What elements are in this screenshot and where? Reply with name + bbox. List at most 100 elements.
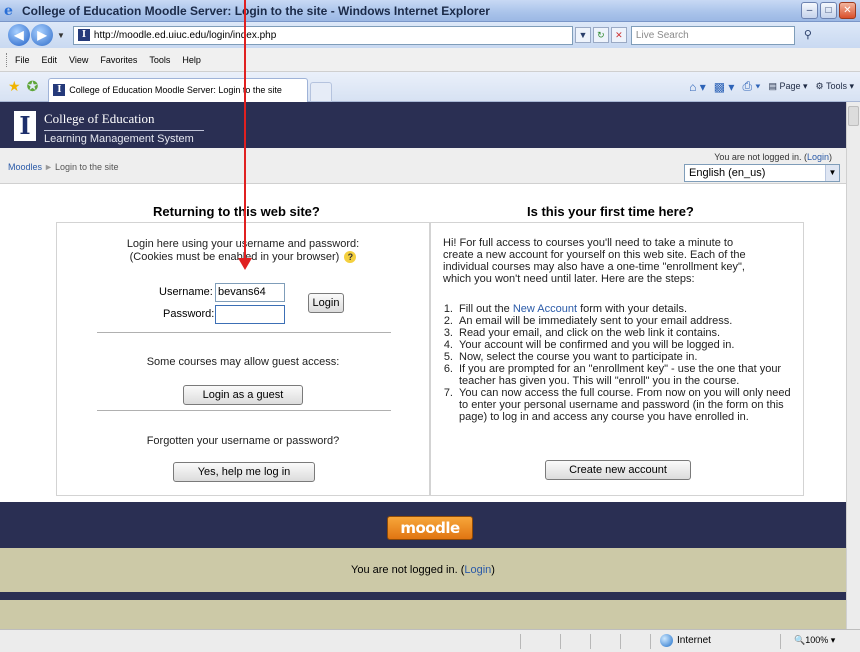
forgot-text: Forgotten your username or password?: [146, 435, 340, 447]
login-intro-1: Login here using your username and passw…: [126, 238, 360, 250]
illinois-logo: I: [14, 111, 36, 141]
zone-label: Internet: [677, 635, 711, 646]
live-search-input[interactable]: Live Search: [630, 25, 795, 45]
list-item: 1. Fill out the New Account form with you…: [443, 303, 799, 315]
page-menu[interactable]: ▤ Page ▾: [768, 81, 807, 92]
list-item: 4. Your account will be confirmed and you…: [443, 339, 799, 351]
help-icon[interactable]: ?: [344, 251, 357, 263]
step-text-part: form with your details.: [577, 303, 688, 315]
menu-tools[interactable]: Tools: [149, 55, 170, 65]
search-icon[interactable]: ⚲: [797, 26, 819, 45]
password-field[interactable]: [215, 305, 285, 324]
page-viewport: I College of Education Learning Manageme…: [0, 102, 846, 629]
address-toolbar: ◀ ▶ ▼ I http://moodle.ed.uiuc.edu/login/…: [0, 22, 860, 48]
footer-login-text: You are not logged in. (: [351, 564, 465, 576]
tab-label: College of Education Moodle Server: Logi…: [69, 85, 282, 95]
window-title: College of Education Moodle Server: Logi…: [22, 3, 490, 18]
status-separator: [590, 634, 591, 649]
breadcrumb: Moodles ► Login to the site: [8, 162, 119, 172]
gear-icon: ⚙: [815, 81, 824, 91]
system-name: Learning Management System: [44, 133, 194, 145]
chevron-down-icon[interactable]: ▼: [825, 165, 839, 181]
step-text: Fill out the New Account form with your …: [459, 303, 687, 315]
signup-steps: 1. Fill out the New Account form with you…: [443, 303, 799, 423]
intro-line: which you won't need until later. Here a…: [443, 273, 695, 285]
menu-favorites[interactable]: Favorites: [100, 55, 137, 65]
tab-bar: ★ ✪ I College of Education Moodle Server…: [0, 72, 860, 102]
language-select[interactable]: English (en_us) ▼: [684, 164, 840, 182]
step-number: 7.: [443, 387, 453, 399]
feeds-icon[interactable]: ▩ ▾: [714, 80, 735, 94]
address-url: http://moodle.ed.uiuc.edu/login/index.ph…: [93, 29, 277, 41]
recent-pages-dropdown[interactable]: ▼: [57, 31, 65, 40]
command-bar: ⌂ ▾ ▩ ▾ ⎙ ▾ ▤ Page ▾ ⚙ Tools ▾: [689, 79, 854, 94]
forward-button[interactable]: ▶: [31, 24, 53, 46]
list-item: 7. You can now access the full course. Fr…: [443, 387, 799, 423]
vertical-scrollbar[interactable]: [846, 102, 860, 629]
menu-view[interactable]: View: [69, 55, 88, 65]
status-separator: [780, 634, 781, 649]
footer-login-link[interactable]: Login: [464, 564, 491, 576]
login-link[interactable]: Login: [807, 152, 829, 162]
home-icon[interactable]: ⌂ ▾: [689, 80, 706, 94]
site-header: I College of Education Learning Manageme…: [0, 102, 846, 148]
menu-edit[interactable]: Edit: [42, 55, 58, 65]
step-number: 6.: [443, 363, 453, 375]
footer-login-close: ): [491, 564, 495, 576]
address-dropdown-button[interactable]: ▼: [574, 27, 591, 43]
step-text: You can now access the full course. From…: [459, 387, 791, 423]
login-as-guest-button[interactable]: Login as a guest: [183, 385, 303, 405]
back-button[interactable]: ◀: [8, 24, 30, 46]
security-zone[interactable]: Internet: [660, 634, 711, 647]
intro-line: individual courses may also have a one-t…: [443, 261, 745, 273]
annotation-arrow-head: [238, 258, 252, 270]
login-intro-2: (Cookies must be enabled in your browser…: [129, 251, 340, 263]
close-button[interactable]: ✕: [839, 2, 856, 19]
list-item: 2. An email will be immediately sent to y…: [443, 315, 799, 327]
step-text-part: Fill out the: [459, 303, 513, 315]
tools-menu[interactable]: ⚙ Tools ▾: [816, 81, 854, 92]
menu-file[interactable]: File: [15, 55, 30, 65]
list-item: 6. If you are prompted for an "enrollment…: [443, 363, 799, 387]
first-time-box: Hi! For full access to courses you'll ne…: [430, 222, 804, 496]
new-tab-button[interactable]: [310, 81, 333, 102]
maximize-button[interactable]: □: [820, 2, 837, 19]
menu-help[interactable]: Help: [182, 55, 201, 65]
address-bar[interactable]: I http://moodle.ed.uiuc.edu/login/index.…: [72, 25, 573, 45]
returning-title: Returning to this web site?: [153, 204, 320, 219]
step-number: 4.: [443, 339, 453, 351]
status-separator: [520, 634, 521, 649]
list-item: 5. Now, select the course you want to par…: [443, 351, 799, 363]
step-text: Now, select the course you want to parti…: [459, 351, 698, 363]
scrollbar-thumb[interactable]: [848, 106, 859, 126]
breadcrumb-current: Login to the site: [54, 162, 119, 172]
minimize-button[interactable]: –: [801, 2, 818, 19]
breadcrumb-moodles[interactable]: Moodles: [8, 162, 42, 172]
page-menu-label: Page: [779, 81, 801, 91]
favorites-star-icon[interactable]: ★: [8, 78, 21, 95]
create-new-account-button[interactable]: Create new account: [545, 460, 691, 480]
step-number: 5.: [443, 351, 453, 363]
stop-button[interactable]: ✕: [610, 27, 627, 43]
moodle-logo[interactable]: moodle: [387, 516, 473, 540]
intro-line: Hi! For full access to courses you'll ne…: [443, 237, 734, 249]
username-field[interactable]: bevans64: [215, 283, 285, 302]
add-favorites-icon[interactable]: ✪: [27, 78, 39, 95]
toolbar-grip[interactable]: [6, 52, 9, 67]
header-divider: [44, 130, 204, 131]
refresh-button[interactable]: ↻: [592, 27, 609, 43]
footer-login-band: You are not logged in. (Login): [0, 548, 846, 592]
list-item: 3. Read your email, and click on the web …: [443, 327, 799, 339]
window-titlebar: e College of Education Moodle Server: Lo…: [0, 0, 860, 22]
footer-login-info: You are not logged in. (Login): [0, 564, 846, 576]
first-time-intro: Hi! For full access to courses you'll ne…: [443, 237, 799, 285]
tab-login[interactable]: I College of Education Moodle Server: Lo…: [48, 77, 309, 102]
new-account-link[interactable]: New Account: [513, 303, 577, 315]
username-label: Username:: [159, 286, 213, 298]
forgot-password-button[interactable]: Yes, help me log in: [173, 462, 315, 482]
zoom-level[interactable]: 🔍100% ▾: [794, 635, 835, 646]
step-text: Read your email, and click on the web li…: [459, 327, 721, 339]
print-icon[interactable]: ⎙ ▾: [742, 79, 760, 94]
step-number: 1.: [443, 303, 453, 315]
login-button[interactable]: Login: [308, 293, 344, 313]
